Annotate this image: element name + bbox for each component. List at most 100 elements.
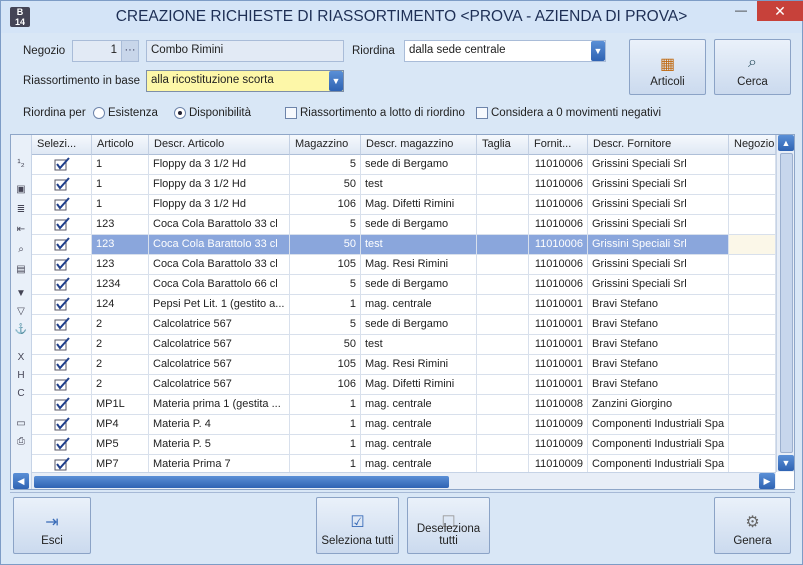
row-select-checkbox[interactable] (32, 215, 92, 235)
csv-icon[interactable]: C (14, 387, 28, 401)
esci-button[interactable]: ⇥ Esci (13, 497, 91, 554)
riordina-select[interactable]: dalla sede centrale (404, 40, 606, 62)
row-select-checkbox[interactable] (32, 195, 92, 215)
col-header-articolo[interactable]: Articolo (92, 135, 149, 155)
col-header-negozio[interactable]: Negozio (729, 135, 776, 155)
row-select-checkbox[interactable] (32, 355, 92, 375)
table-row[interactable]: MP1L Materia prima 1 (gestita ... 1 mag. ce… (32, 395, 776, 415)
row-select-checkbox[interactable] (32, 315, 92, 335)
table-row[interactable]: 123 Coca Cola Barattolo 33 cl 5 sede di Ber… (32, 215, 776, 235)
genera-button[interactable]: ⚙ Genera (714, 497, 791, 554)
layout-icon[interactable]: ▤ (14, 263, 28, 277)
cerca-button[interactable]: ⌕ Cerca (714, 39, 791, 95)
row-select-checkbox[interactable] (32, 295, 92, 315)
table-row[interactable]: MP5 Materia P. 5 1 mag. centrale 11010009 Com… (32, 435, 776, 455)
footer-separator (10, 492, 795, 493)
checkbox-checked-icon[interactable] (54, 397, 70, 411)
table-row[interactable]: MP4 Materia P. 4 1 mag. centrale 11010009 Com… (32, 415, 776, 435)
col-header-fornitore[interactable]: Fornit... (529, 135, 588, 155)
grid-cell: 50 (290, 335, 361, 355)
vertical-scrollbar[interactable]: ▲ ▼ (776, 135, 794, 472)
checkbox-checked-icon[interactable] (54, 457, 70, 471)
minimize-button[interactable]: — (728, 3, 754, 21)
checkbox-checked-icon[interactable] (54, 257, 70, 271)
table-row[interactable]: 2 Calcolatrice 567 106 Mag. Difetti Rimini 1… (32, 375, 776, 395)
riordina-dropdown-icon[interactable]: ▼ (591, 41, 605, 61)
scroll-down-icon[interactable]: ▼ (778, 455, 794, 471)
horizontal-scroll-thumb[interactable] (34, 476, 449, 488)
checkbox-checked-icon[interactable] (54, 437, 70, 451)
row-select-checkbox[interactable] (32, 175, 92, 195)
row-select-checkbox[interactable] (32, 155, 92, 175)
row-select-checkbox[interactable] (32, 395, 92, 415)
close-button[interactable]: ✕ (757, 1, 803, 21)
grid-cell: Grissini Speciali Srl (588, 155, 729, 175)
disponibilita-radio[interactable] (174, 107, 186, 119)
table-row[interactable]: 123 Coca Cola Barattolo 33 cl 50 test 110100… (32, 235, 776, 255)
col-header-descr-fornitore[interactable]: Descr. Fornitore (588, 135, 729, 155)
checkbox-checked-icon[interactable] (54, 237, 70, 251)
scroll-left-icon[interactable]: ◀ (13, 473, 29, 489)
checkbox-checked-icon[interactable] (54, 357, 70, 371)
checkbox-checked-icon[interactable] (54, 217, 70, 231)
col-header-descr-magazzino[interactable]: Descr. magazzino (361, 135, 477, 155)
row-select-checkbox[interactable] (32, 255, 92, 275)
table-row[interactable]: 1 Floppy da 3 1/2 Hd 5 sede di Bergamo 11010… (32, 155, 776, 175)
monitor-icon[interactable]: ▭ (14, 417, 28, 431)
checkbox-checked-icon[interactable] (54, 197, 70, 211)
esistenza-radio[interactable] (93, 107, 105, 119)
col-header-selezione[interactable]: Selezi... (32, 135, 92, 155)
row-select-checkbox[interactable] (32, 375, 92, 395)
row-select-checkbox[interactable] (32, 435, 92, 455)
checkbox-checked-icon[interactable] (54, 297, 70, 311)
group-icon[interactable]: ▣ (14, 183, 28, 197)
negozio-lookup-button[interactable]: ··· (121, 40, 139, 62)
checkbox-checked-icon[interactable] (54, 177, 70, 191)
row-select-checkbox[interactable] (32, 335, 92, 355)
filter-clear-icon[interactable]: ▽ (14, 305, 28, 319)
row-select-checkbox[interactable] (32, 415, 92, 435)
print-icon[interactable]: ⎙ (14, 435, 28, 449)
col-header-taglia[interactable]: Taglia (477, 135, 529, 155)
esistenza-label: Esistenza (108, 107, 158, 119)
table-row[interactable]: 1 Floppy da 3 1/2 Hd 106 Mag. Difetti Rimin… (32, 195, 776, 215)
table-row[interactable]: 2 Calcolatrice 567 50 test 11010001 Bravi Ste… (32, 335, 776, 355)
sort-asc-icon[interactable]: ¹₂ (14, 157, 28, 171)
table-row[interactable]: 1234 Coca Cola Barattolo 66 cl 5 sede di Be… (32, 275, 776, 295)
riassortimento-dropdown-icon[interactable]: ▼ (329, 71, 343, 91)
html-icon[interactable]: H (14, 369, 28, 383)
riassortimento-select[interactable]: alla ricostituzione scorta (146, 70, 344, 92)
deseleziona-tutti-button[interactable]: ☐ Deseleziona tutti (407, 497, 490, 554)
anchor-icon[interactable]: ⚓ (14, 323, 28, 337)
scroll-right-icon[interactable]: ▶ (759, 473, 775, 489)
filter-icon[interactable]: ▼ (14, 287, 28, 301)
list-icon[interactable]: ≣ (14, 203, 28, 217)
scroll-up-icon[interactable]: ▲ (778, 135, 794, 151)
negozio-code-field[interactable]: 1 (72, 40, 122, 62)
grid-cell: 50 (290, 175, 361, 195)
lotto-checkbox[interactable] (285, 107, 297, 119)
checkbox-checked-icon[interactable] (54, 317, 70, 331)
checkbox-checked-icon[interactable] (54, 377, 70, 391)
row-select-checkbox[interactable] (32, 235, 92, 255)
articoli-button[interactable]: ▦ Articoli (629, 39, 706, 95)
row-select-checkbox[interactable] (32, 275, 92, 295)
table-row[interactable]: 124 Pepsi Pet Lit. 1 (gestito a... 1 mag. c… (32, 295, 776, 315)
export-icon[interactable]: ⇤ (14, 223, 28, 237)
checkbox-checked-icon[interactable] (54, 337, 70, 351)
zoom-icon[interactable]: ⌕ (14, 243, 28, 257)
horizontal-scrollbar[interactable] (32, 472, 776, 489)
checkbox-checked-icon[interactable] (54, 417, 70, 431)
vertical-scroll-thumb[interactable] (780, 153, 793, 453)
col-header-descr-articolo[interactable]: Descr. Articolo (149, 135, 290, 155)
table-row[interactable]: 123 Coca Cola Barattolo 33 cl 105 Mag. Resi… (32, 255, 776, 275)
seleziona-tutti-button[interactable]: ☑ Seleziona tutti (316, 497, 399, 554)
table-row[interactable]: 1 Floppy da 3 1/2 Hd 50 test 11010006 Grissin… (32, 175, 776, 195)
checkbox-checked-icon[interactable] (54, 277, 70, 291)
negativi-checkbox[interactable] (476, 107, 488, 119)
col-header-magazzino[interactable]: Magazzino (290, 135, 361, 155)
table-row[interactable]: 2 Calcolatrice 567 105 Mag. Resi Rimini 1101… (32, 355, 776, 375)
table-row[interactable]: 2 Calcolatrice 567 5 sede di Bergamo 1101000… (32, 315, 776, 335)
excel-icon[interactable]: X (14, 351, 28, 365)
checkbox-checked-icon[interactable] (54, 157, 70, 171)
